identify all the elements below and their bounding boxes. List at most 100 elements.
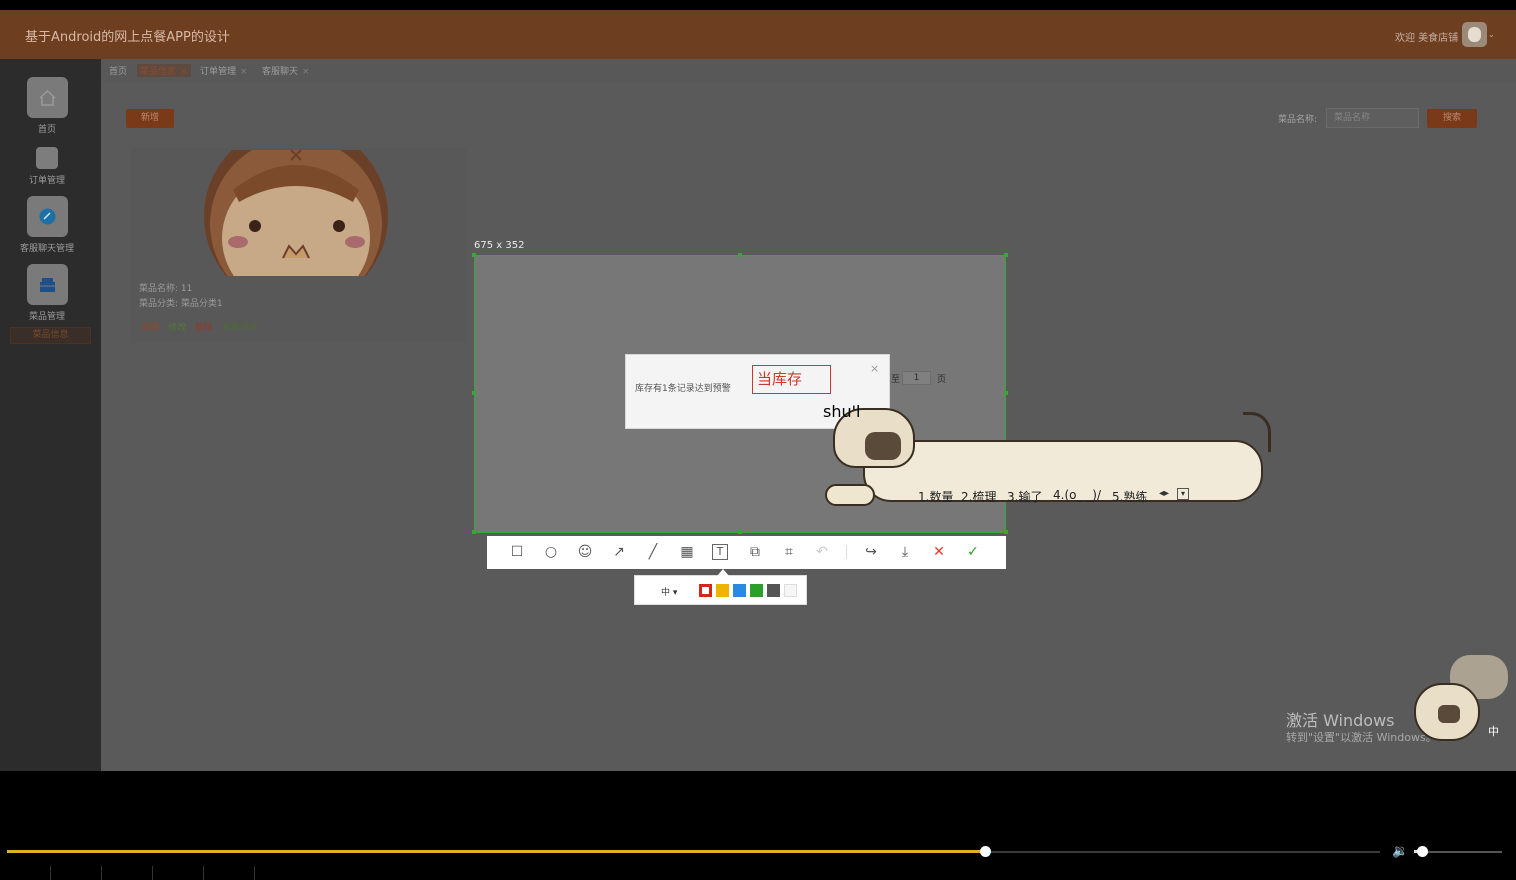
color-swatch-gray[interactable] — [767, 584, 780, 597]
text-icon[interactable]: T — [712, 544, 728, 560]
activation-watermark-title: 激活 Windows — [1286, 711, 1395, 730]
ime-mode-label[interactable]: 中 — [1488, 723, 1499, 739]
volume-handle[interactable] — [1417, 846, 1428, 857]
font-size-select[interactable]: 中 ▾ — [661, 585, 677, 598]
sidebar-item-chat[interactable]: 客服聊天管理 — [0, 196, 94, 254]
color-swatch-blue[interactable] — [733, 584, 746, 597]
emoji-icon[interactable]: ☺ — [577, 544, 593, 560]
line-icon[interactable]: ╱ — [645, 544, 661, 560]
dish-actions: 详情 修改 删除 查看评论 — [141, 320, 267, 333]
sidebar-item-label: 菜品管理 — [28, 312, 65, 322]
edit-link[interactable]: 修改 — [168, 323, 186, 333]
dog-face — [1414, 683, 1480, 741]
sidebar-item-dishes[interactable]: 菜品管理 — [0, 264, 94, 322]
sidebar-item-orders[interactable]: 订单管理 — [0, 147, 94, 186]
tab-label: 菜品信息 — [140, 67, 177, 77]
resize-handle[interactable] — [1004, 530, 1008, 534]
toolbar-divider — [846, 545, 847, 559]
resize-handle[interactable] — [472, 391, 476, 395]
resize-handle[interactable] — [472, 530, 476, 534]
sidebar-item-label: 客服聊天管理 — [19, 244, 74, 254]
chevron-down-icon[interactable]: ⌄ — [1488, 30, 1495, 39]
ime-composition: shu'l — [823, 402, 861, 421]
dialog-message: 库存有1条记录达到预警 — [635, 384, 731, 394]
thumbnail-strip — [0, 866, 1516, 880]
progress-fill — [7, 850, 985, 853]
search-input[interactable]: 菜品名称 — [1326, 108, 1419, 128]
sequence-icon[interactable]: ⧉ — [747, 544, 763, 560]
volume-icon[interactable]: 🔉 — [1392, 844, 1408, 859]
page-input[interactable]: 1 — [902, 371, 931, 385]
close-icon[interactable]: × — [870, 362, 879, 375]
video-player-bar: 🔉 — [0, 771, 1516, 880]
color-swatch-red[interactable] — [699, 584, 712, 597]
capture-size-label: 675 x 352 — [474, 240, 525, 251]
ime-status-dog-icon[interactable]: 中 — [1410, 655, 1516, 747]
dish-info: 菜品名称: 11 菜品分类: 菜品分类1 — [139, 282, 223, 312]
confirm-icon[interactable]: ✓ — [965, 544, 981, 560]
ime-candidate-2[interactable]: 2.梳理 — [961, 488, 996, 505]
color-swatch-green[interactable] — [750, 584, 763, 597]
dish-image — [203, 150, 390, 276]
resize-handle[interactable] — [472, 253, 476, 257]
close-icon[interactable]: × — [302, 67, 310, 77]
ime-candidate-3[interactable]: 3.输了 — [1007, 488, 1042, 505]
resize-handle[interactable] — [738, 530, 742, 534]
rectangle-icon[interactable]: ☐ — [509, 544, 525, 560]
avatar[interactable] — [1462, 22, 1487, 47]
ocr-icon[interactable]: ⌗ — [781, 544, 797, 560]
ime-candidate-5[interactable]: 5.熟练 — [1112, 488, 1147, 505]
progress-handle[interactable] — [980, 846, 991, 857]
capture-toolbar: ☐ ○ ☺ ↗ ╱ ▦ T ⧉ ⌗ ↶ ↪ ⤓ ✕ ✓ — [487, 536, 1006, 569]
resize-handle[interactable] — [1004, 253, 1008, 257]
color-swatch-yellow[interactable] — [716, 584, 729, 597]
search-label: 菜品名称: — [1278, 115, 1318, 125]
dish-icon — [26, 264, 68, 305]
welcome-text: 欢迎 美食店铺 — [1395, 33, 1459, 44]
share-icon[interactable]: ↪ — [863, 544, 879, 560]
ime-candidate-4[interactable]: 4.(o_ _)/ — [1053, 488, 1101, 502]
view-comments-link[interactable]: 查看评论 — [222, 323, 258, 333]
ime-candidate-1[interactable]: 1.数量 — [918, 488, 953, 505]
tab-chat[interactable]: 客服聊天 × — [262, 64, 310, 77]
search-button[interactable]: 搜索 — [1427, 109, 1477, 128]
undo-icon[interactable]: ↶ — [814, 544, 830, 560]
delete-link[interactable]: 删除 — [195, 323, 213, 333]
sidebar: 首页 订单管理 客服聊天管理 菜品管理 菜品信息 — [0, 59, 101, 771]
cancel-icon[interactable]: ✕ — [931, 544, 947, 560]
order-icon — [36, 147, 58, 169]
pager-suffix: 页 — [937, 375, 947, 385]
tab-bar: 首页 菜品信息 × 订单管理 × 客服聊天 × — [101, 59, 1516, 81]
close-icon[interactable]: × — [240, 67, 248, 77]
mosaic-icon[interactable]: ▦ — [679, 544, 695, 560]
resize-handle[interactable] — [1004, 391, 1008, 395]
tab-label: 首页 — [109, 67, 128, 77]
annotation-text-input[interactable]: 当库存 — [752, 365, 831, 394]
dish-category: 菜品分类: 菜品分类1 — [139, 299, 223, 309]
color-swatch-white[interactable] — [784, 584, 797, 597]
save-icon[interactable]: ⤓ — [897, 544, 913, 560]
detail-link[interactable]: 详情 — [141, 323, 159, 333]
app-header: 基于Android的网上点餐APP的设计 欢迎 美食店铺 ⌄ — [0, 10, 1516, 59]
app-title: 基于Android的网上点餐APP的设计 — [25, 30, 230, 45]
tab-orders[interactable]: 订单管理 × — [200, 64, 248, 77]
ime-page-arrows-icon[interactable]: ◂▸ — [1159, 488, 1169, 499]
sidebar-item-home[interactable]: 首页 — [0, 77, 94, 135]
admin-app: 基于Android的网上点餐APP的设计 欢迎 美食店铺 ⌄ 首页 订单管理 客… — [0, 10, 1516, 771]
ime-menu-icon[interactable]: ▾ — [1177, 488, 1189, 500]
home-icon — [26, 77, 68, 118]
add-button[interactable]: 新增 — [126, 109, 174, 128]
resize-handle[interactable] — [738, 253, 742, 257]
sidebar-subitem-dish-info[interactable]: 菜品信息 — [10, 327, 91, 344]
dish-card: 菜品名称: 11 菜品分类: 菜品分类1 详情 修改 删除 查看评论 — [131, 148, 466, 343]
pager-prefix: 至 — [891, 375, 901, 385]
sidebar-item-label: 订单管理 — [28, 176, 65, 186]
arrow-icon[interactable]: ↗ — [611, 544, 627, 560]
dish-name: 菜品名称: 11 — [139, 284, 193, 294]
ellipse-icon[interactable]: ○ — [543, 544, 559, 560]
tab-home[interactable]: 首页 — [109, 64, 127, 77]
sidebar-item-label: 首页 — [37, 125, 56, 135]
tab-dish-info[interactable]: 菜品信息 × — [137, 64, 191, 77]
close-icon[interactable]: × — [180, 67, 188, 77]
top-black-bar — [0, 0, 1516, 10]
